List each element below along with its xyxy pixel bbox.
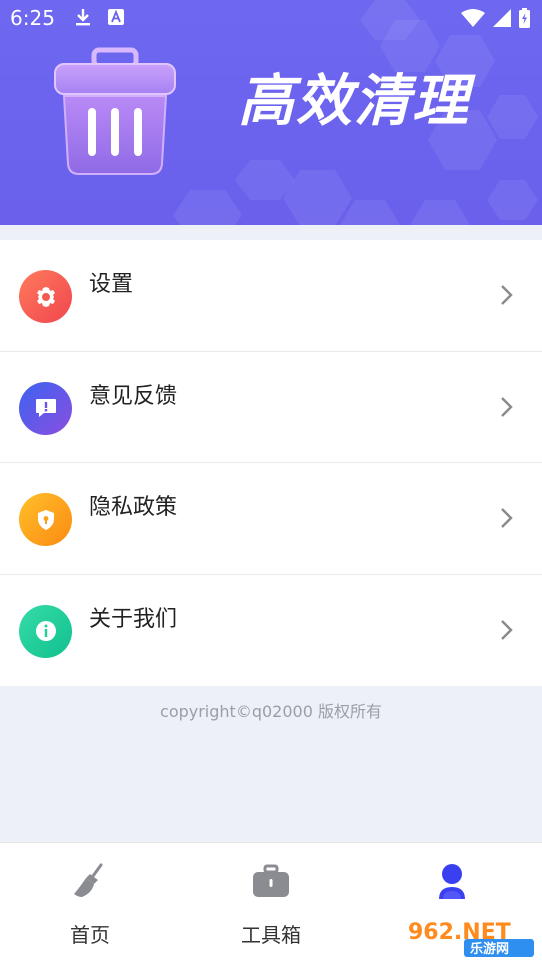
chevron-right-icon [501, 619, 513, 640]
status-time: 6:25 [10, 6, 55, 30]
chevron-right-icon [501, 508, 513, 528]
a-badge-icon [108, 9, 124, 25]
nav-label: 工具箱 [241, 923, 301, 947]
header-banner: 6:25 高效清理 [0, 0, 542, 225]
watermark-logo: 962.NET 乐游网 [408, 920, 534, 957]
settings-menu: 设置 意见反馈 隐私政策 关于我们 [0, 240, 542, 686]
menu-item-about[interactable]: 关于我们 [0, 574, 542, 686]
section-gap [0, 225, 542, 240]
menu-item-settings[interactable]: 设置 [0, 240, 542, 352]
info-icon [19, 604, 72, 658]
wifi-icon [461, 9, 485, 27]
broom-icon [74, 863, 103, 897]
svg-text:乐游网: 乐游网 [470, 941, 509, 957]
chevron-right-icon [501, 285, 513, 305]
copyright-text: copyright©q02000 版权所有 [160, 702, 382, 721]
download-icon [76, 9, 90, 26]
menu-item-privacy[interactable]: 隐私政策 [0, 463, 542, 575]
trash-icon [54, 47, 176, 175]
status-bar: 6:25 [0, 0, 542, 36]
nav-label: 首页 [70, 923, 110, 947]
menu-item-label: 关于我们 [89, 606, 178, 632]
signal-icon [493, 9, 511, 27]
menu-item-label: 设置 [89, 272, 134, 297]
battery-icon [519, 8, 530, 28]
nav-tab-home[interactable]: 首页 [0, 843, 180, 965]
feedback-icon [19, 381, 72, 435]
menu-item-label: 隐私政策 [89, 495, 178, 520]
nav-tab-toolbox[interactable]: 工具箱 [181, 843, 361, 965]
menu-item-feedback[interactable]: 意见反馈 [0, 351, 542, 463]
gear-icon [19, 270, 72, 323]
app-title: 高效清理 [238, 69, 470, 134]
shield-icon [19, 493, 72, 546]
menu-item-label: 意见反馈 [89, 383, 178, 409]
toolbox-icon [253, 864, 289, 897]
chevron-right-icon [501, 396, 513, 417]
user-icon [439, 864, 465, 899]
